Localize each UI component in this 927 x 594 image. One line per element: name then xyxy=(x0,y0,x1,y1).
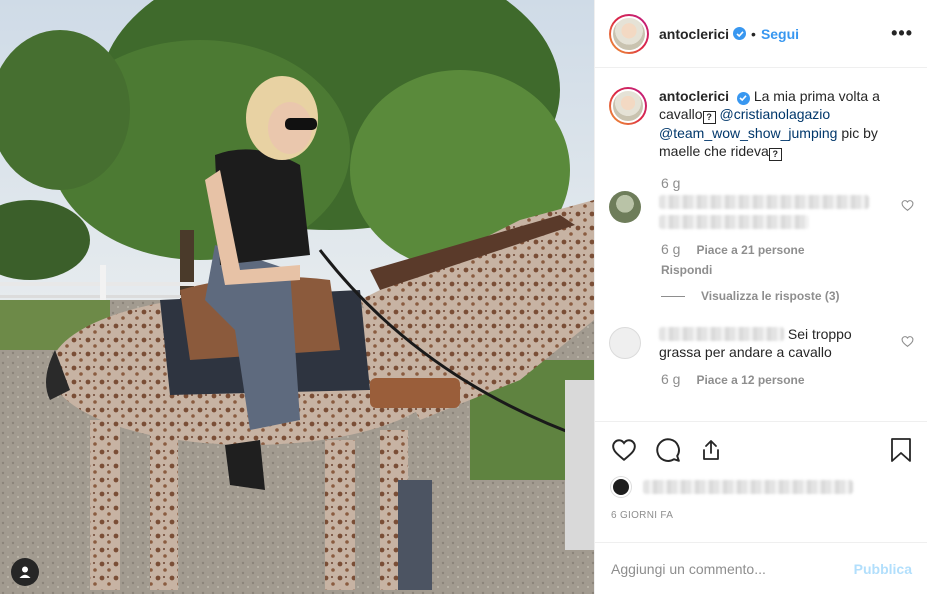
publish-button[interactable]: Pubblica xyxy=(854,561,912,577)
blurred-comment-text xyxy=(659,195,869,209)
comment-likes[interactable]: Piace a 12 persone xyxy=(696,373,804,387)
unknown-emoji-glyph: ? xyxy=(702,111,716,124)
comment-age[interactable]: 6 g xyxy=(661,241,680,257)
comment-body: Sei troppo grassa per andare a cavallo xyxy=(659,325,889,361)
comment-bubble-icon[interactable] xyxy=(655,437,681,463)
verified-badge-icon xyxy=(736,91,750,105)
mention-link[interactable]: @team_wow_show_jumping xyxy=(659,125,837,141)
add-comment-form: Pubblica xyxy=(595,542,927,594)
blurred-comment-text xyxy=(659,215,809,229)
blurred-username xyxy=(659,327,784,341)
comment-likes[interactable]: Piace a 21 persone xyxy=(696,243,804,257)
commenter-avatar[interactable] xyxy=(609,191,641,223)
comment-row: Sei troppo grassa per andare a cavallo xyxy=(609,325,914,361)
liker-avatar xyxy=(611,477,631,497)
avatar-image xyxy=(611,89,645,123)
check-icon xyxy=(735,30,744,37)
commenter-avatar[interactable] xyxy=(609,327,641,359)
add-comment-input[interactable] xyxy=(611,560,854,577)
likes-summary[interactable] xyxy=(611,476,912,498)
mention-link[interactable]: @cristianolagazio xyxy=(719,106,830,122)
reply-button[interactable]: Rispondi xyxy=(661,263,914,277)
comment-body xyxy=(659,189,889,231)
post-photo[interactable] xyxy=(0,0,594,594)
separator-dot: • xyxy=(751,25,756,42)
caption-text: antoclerici La mia prima volta a cavallo… xyxy=(659,87,899,161)
horse-rider-photo xyxy=(0,0,594,594)
author-avatar[interactable] xyxy=(609,13,649,54)
replies-divider xyxy=(661,295,685,297)
comment-meta: 6 g Piace a 12 persone xyxy=(661,371,914,387)
author-username[interactable]: antoclerici xyxy=(659,26,729,42)
heart-icon[interactable] xyxy=(611,437,637,463)
blurred-likes-text xyxy=(643,480,853,494)
verified-badge-icon xyxy=(733,27,747,40)
caption-username[interactable]: antoclerici xyxy=(659,88,729,104)
view-replies-label: Visualizza le risposte (3) xyxy=(701,289,840,303)
check-icon xyxy=(739,95,748,102)
comment-row xyxy=(609,189,914,231)
avatar-image xyxy=(611,15,647,52)
user-silhouette-icon xyxy=(19,566,31,578)
heart-icon[interactable] xyxy=(901,199,914,212)
comment-meta: 6 g Piace a 21 persone xyxy=(661,241,914,257)
post-header: antoclerici • Segui ••• xyxy=(595,0,927,68)
view-replies-button[interactable]: Visualizza le risposte (3) xyxy=(661,289,914,303)
heart-icon[interactable] xyxy=(901,335,914,348)
bookmark-icon[interactable] xyxy=(890,437,912,463)
action-icons xyxy=(611,436,912,464)
comments-list[interactable]: antoclerici La mia prima volta a cavallo… xyxy=(595,69,927,421)
follow-button[interactable]: Segui xyxy=(761,26,799,42)
caption-author-avatar[interactable] xyxy=(609,87,647,125)
post-side-panel: antoclerici • Segui ••• antoclerici La m… xyxy=(594,0,927,594)
unknown-emoji-glyph: ? xyxy=(768,148,782,161)
post-actions: 6 GIORNI FA xyxy=(595,421,927,521)
user-tag-icon[interactable] xyxy=(11,558,39,586)
more-options-icon[interactable]: ••• xyxy=(891,23,913,44)
caption: antoclerici La mia prima volta a cavallo… xyxy=(609,87,914,161)
share-icon[interactable] xyxy=(699,438,723,462)
post-timestamp[interactable]: 6 GIORNI FA xyxy=(611,510,912,521)
comment-age[interactable]: 6 g xyxy=(661,371,680,387)
